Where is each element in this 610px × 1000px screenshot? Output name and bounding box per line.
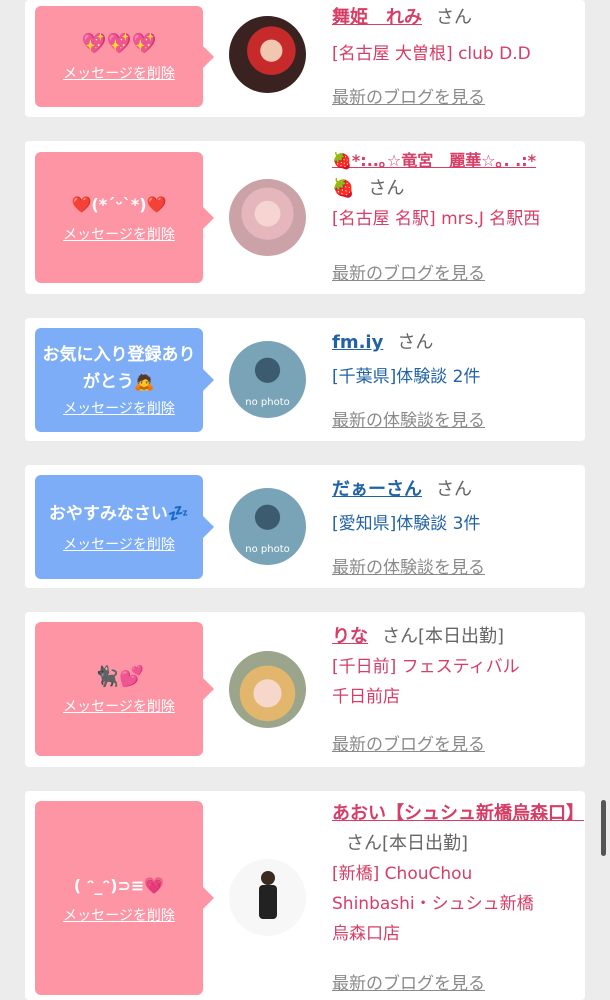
status-badge: [本日出勤]	[382, 833, 469, 854]
scrollbar[interactable]	[601, 800, 606, 856]
no-photo-label: no photo	[245, 397, 290, 408]
profile-info: fm.iy さん [千葉県]体験談 2件	[332, 328, 582, 392]
shop-line: [名古屋 名駅] mrs.J 名駅西	[332, 209, 541, 229]
profile-info: 舞姫 れみ さん [名古屋 大曽根] club D.D	[332, 3, 582, 69]
profile-name-link[interactable]: あおい【シュシュ新橋烏森口】	[332, 803, 584, 824]
avatar[interactable]	[229, 859, 306, 936]
message-bubble: ❤️(*´ᵕ`*)❤️ メッセージを削除	[35, 152, 214, 283]
profile-name-link[interactable]: だぁーさん	[332, 479, 422, 500]
shop-line: [名古屋 大曽根] club D.D	[332, 44, 531, 64]
profile-name-link[interactable]: りな	[332, 626, 368, 647]
review-count: [千葉県]体験談 2件	[332, 367, 481, 387]
favorite-card: お気に入り登録ありがとう🙇 メッセージを削除 no photo fm.iy さん …	[25, 318, 585, 441]
honorific: さん	[368, 178, 405, 199]
favorite-card: 💖💖💖 メッセージを削除 舞姫 れみ さん [名古屋 大曽根] club D.D …	[25, 0, 585, 117]
profile-info: だぁーさん さん [愛知県]体験談 3件	[332, 475, 582, 539]
message-bubble: おやすみなさい💤 メッセージを削除	[35, 475, 214, 579]
profile-name-link[interactable]: 🍓*:..｡☆竜宮 麗華☆｡. .:*	[332, 151, 536, 170]
favorite-card: おやすみなさい💤 メッセージを削除 no photo だぁーさん さん [愛知県]…	[25, 465, 585, 588]
message-text: 💖💖💖	[81, 31, 157, 55]
honorific: さん	[436, 479, 472, 500]
delete-message-link[interactable]: メッセージを削除	[63, 696, 175, 716]
latest-review-link[interactable]: 最新の体験談を見る	[332, 553, 485, 578]
message-text: ( ᵔ_ᵔ)⊃≡💗	[73, 875, 165, 895]
honorific: さん	[382, 626, 418, 647]
favorite-card: ( ᵔ_ᵔ)⊃≡💗 メッセージを削除 あおい【シュシュ新橋烏森口】さん[本日出勤…	[25, 791, 585, 1000]
profile-name-link[interactable]: 🍓	[332, 178, 354, 199]
honorific: さん	[346, 833, 382, 854]
profile-info: あおい【シュシュ新橋烏森口】さん[本日出勤] [新橋] ChouChou Shi…	[332, 799, 584, 949]
status-badge: [本日出勤]	[418, 626, 505, 647]
latest-blog-link[interactable]: 最新のブログを見る	[332, 83, 485, 108]
message-bubble: 💖💖💖 メッセージを削除	[35, 6, 214, 107]
shop-line: [千日前] フェスティバル	[332, 657, 520, 677]
delete-message-link[interactable]: メッセージを削除	[63, 534, 175, 554]
shop-line: Shinbashi・シュシュ新橋	[332, 894, 534, 914]
honorific: さん	[397, 332, 434, 353]
message-text: おやすみなさい💤	[48, 503, 190, 524]
message-text: ❤️(*´ᵕ`*)❤️	[71, 195, 167, 214]
delete-message-link[interactable]: メッセージを削除	[63, 224, 175, 244]
favorite-card: 🐈‍⬛💕 メッセージを削除 りな さん[本日出勤] [千日前] フェスティバル 千…	[25, 612, 585, 767]
message-text: お気に入り登録ありがとう🙇	[42, 345, 196, 392]
shop-line: 烏森口店	[332, 924, 400, 944]
avatar[interactable]	[229, 651, 306, 728]
shop-line: [新橋] ChouChou	[332, 864, 473, 884]
latest-blog-link[interactable]: 最新のブログを見る	[332, 259, 485, 284]
profile-name-link[interactable]: 舞姫 れみ	[332, 7, 422, 28]
latest-review-link[interactable]: 最新の体験談を見る	[332, 406, 485, 431]
avatar[interactable]: no photo	[229, 341, 306, 418]
avatar[interactable]: no photo	[229, 488, 306, 565]
profile-info: りな さん[本日出勤] [千日前] フェスティバル 千日前店	[332, 622, 582, 712]
message-bubble: 🐈‍⬛💕 メッセージを削除	[35, 622, 214, 756]
profile-info: 🍓*:..｡☆竜宮 麗華☆｡. .:* 🍓 さん [名古屋 名駅] mrs.J 名…	[332, 148, 582, 234]
latest-blog-link[interactable]: 最新のブログを見る	[332, 730, 485, 755]
delete-message-link[interactable]: メッセージを削除	[63, 63, 175, 83]
profile-name-link[interactable]: fm.iy	[332, 332, 383, 353]
avatar[interactable]	[229, 179, 306, 256]
honorific: さん	[436, 7, 472, 28]
message-text: 🐈‍⬛💕	[94, 663, 144, 688]
message-bubble: お気に入り登録ありがとう🙇 メッセージを削除	[35, 328, 214, 432]
review-count: [愛知県]体験談 3件	[332, 514, 481, 534]
shop-line: 千日前店	[332, 687, 400, 707]
favorite-card: ❤️(*´ᵕ`*)❤️ メッセージを削除 🍓*:..｡☆竜宮 麗華☆｡. .:*…	[25, 141, 585, 294]
latest-blog-link[interactable]: 最新のブログを見る	[332, 969, 485, 994]
delete-message-link[interactable]: メッセージを削除	[63, 905, 175, 925]
no-photo-label: no photo	[245, 544, 290, 555]
delete-message-link[interactable]: メッセージを削除	[63, 398, 175, 418]
avatar[interactable]	[229, 16, 306, 93]
message-bubble: ( ᵔ_ᵔ)⊃≡💗 メッセージを削除	[35, 801, 214, 995]
